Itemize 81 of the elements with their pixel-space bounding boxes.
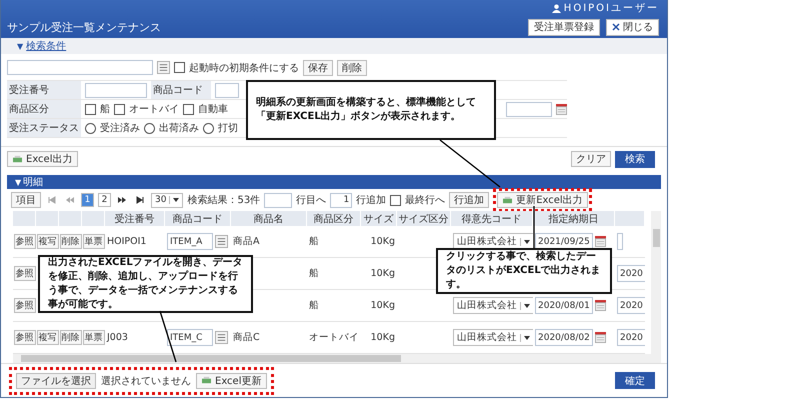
file-status-text: 選択されていません	[101, 374, 191, 388]
table-cell: 10Kg	[370, 332, 395, 343]
radio-label: 受注済み	[100, 122, 140, 136]
checkbox-label: オートバイ	[129, 103, 179, 116]
checkbox-label: 起動時の初期条件にする	[189, 62, 299, 75]
input-field[interactable]: 1	[330, 192, 352, 208]
search-button[interactable]: 検索	[615, 150, 655, 168]
column-header[interactable]: 受注番号	[105, 211, 165, 226]
date-field[interactable]: 2020/08/01	[535, 297, 593, 314]
choose-file-button[interactable]: ファイルを選択	[16, 372, 96, 388]
column-header[interactable]: 得意先コード	[451, 211, 533, 226]
field-label: 行追加	[356, 194, 386, 207]
column-header[interactable]: サイズ区分	[397, 211, 451, 226]
row-action-button[interactable]: 削除	[60, 330, 82, 345]
row-action-button[interactable]: 複写	[36, 234, 58, 249]
columns-button[interactable]: 項目	[11, 192, 41, 208]
date-field[interactable]: 2020/08/02	[535, 329, 593, 346]
search-conditions-link[interactable]: 検索条件	[26, 39, 66, 54]
field-label: 商品コード	[151, 81, 211, 100]
update-excel-export-button[interactable]: 更新Excel出力	[497, 192, 588, 208]
item-code-field[interactable]: ITEM_A	[167, 233, 213, 250]
register-button[interactable]: 受注単票登録	[528, 18, 600, 36]
customer-select[interactable]: 山田株式会社	[453, 297, 533, 314]
result-count: 検索結果：53件	[187, 194, 260, 207]
row-action-button[interactable]: 削除	[60, 234, 82, 249]
table-cell: 船	[309, 267, 319, 280]
row-action-button[interactable]: 参照	[14, 266, 36, 281]
collapse-arrow[interactable]: ▼	[15, 178, 22, 186]
page-button[interactable]: 1	[81, 193, 94, 207]
table-cell: HOIPOI1	[107, 236, 146, 247]
checkbox-label: 船	[100, 103, 110, 116]
close-button[interactable]: 閉じる	[606, 18, 659, 36]
excel-update-button[interactable]: Excel更新	[196, 372, 266, 388]
row-action-button[interactable]: 単票	[82, 234, 104, 249]
column-header[interactable]: 指定納期日	[533, 211, 615, 226]
table-cell: 船	[309, 235, 319, 248]
date-field[interactable]: 2020	[617, 329, 645, 346]
customer-select[interactable]: 山田株式会社	[453, 329, 533, 346]
row-action-button[interactable]: 複写	[36, 330, 58, 345]
column-header[interactable]: 商品名	[231, 211, 307, 226]
table-cell: 商品A	[233, 235, 260, 248]
table-cell: 商品C	[233, 331, 260, 344]
row-action-button[interactable]: 参照	[14, 330, 36, 345]
column-header[interactable]: サイズ	[361, 211, 397, 226]
callout-note: クリックする事で、検索したデータのリストがEXCELで出力されます。	[436, 248, 612, 294]
checkbox-label: 最終行へ	[405, 194, 446, 207]
section-title: 明細	[23, 176, 44, 189]
page-size-select[interactable]: 30	[151, 192, 184, 208]
item-code-field[interactable]: ITEM_C	[167, 329, 213, 346]
field-label: 受注ステータス	[7, 119, 81, 138]
column-header[interactable]: 商品区分	[307, 211, 361, 226]
window-title: サンプル受注一覧メンテナンス	[7, 20, 161, 34]
table-cell: 10Kg	[370, 236, 395, 247]
user-name[interactable]: HOIPOIユーザー	[564, 1, 659, 15]
confirm-button[interactable]: 確定	[615, 372, 655, 389]
field-label: 行目へ	[296, 194, 326, 207]
page-button[interactable]: 2	[98, 193, 111, 207]
column-header[interactable]: 商品コード	[165, 211, 231, 226]
clear-button[interactable]: クリア	[571, 151, 611, 168]
add-row-button[interactable]: 行追加	[449, 192, 490, 208]
collapse-arrow[interactable]: ▼	[17, 42, 24, 51]
radio-label: 出荷済み	[159, 122, 199, 136]
row-action-button[interactable]: 参照	[14, 234, 36, 249]
table-cell: オートバイ	[309, 331, 359, 344]
table-cell: 10Kg	[370, 268, 395, 279]
date-field[interactable]: 2020	[617, 265, 645, 282]
table-cell: 船	[309, 299, 319, 312]
row-action-button[interactable]: 参照	[14, 298, 36, 313]
row-action-button[interactable]: 単票	[82, 330, 104, 345]
field-label: 受注番号	[7, 81, 81, 100]
radio-label: 打切	[218, 122, 238, 136]
save-button[interactable]: 保存	[303, 60, 333, 76]
field-label: 商品区分	[7, 100, 81, 118]
callout-note: 出力されたEXCELファイルを開き、データを修正、削除、追加し、アップロードを行う事で、データを一括でメンテナンスする事が可能です。	[38, 255, 253, 313]
table-cell: 10Kg	[370, 300, 395, 311]
callout-note: 明細系の更新画面を構築すると、標準機能として「更新EXCEL出力」ボタンが表示されます。	[246, 80, 496, 140]
delete-button[interactable]: 削除	[337, 60, 367, 76]
checkbox-label: 自動車	[198, 102, 228, 116]
date-field[interactable]: 2020	[617, 297, 645, 314]
table-cell: J003	[107, 332, 128, 343]
excel-export-button[interactable]: Excel出力	[7, 151, 78, 168]
